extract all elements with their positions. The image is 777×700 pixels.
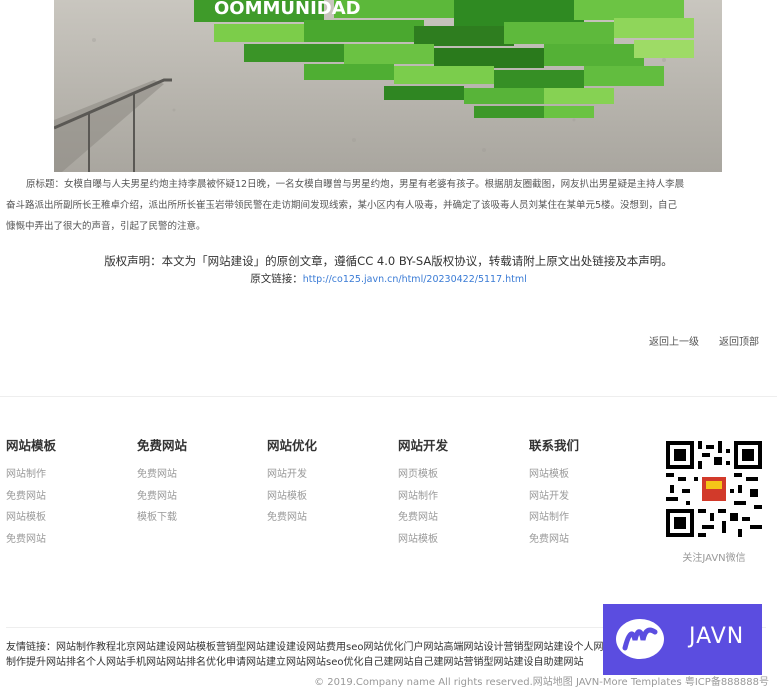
footer-link[interactable]: 免费网站 [6,529,116,551]
footer-column: 免费网站 免费网站 免费网站 模板下载 [137,435,247,529]
article-caption: 原标题：女模自曝与人夫男星约炮主持李晨被怀疑12日晚，一名女模自曝曾与男星约炮，… [6,174,766,237]
footer-link[interactable]: 网站制作 [6,464,116,486]
footer-bottom-line: © 2019.Company name All rights reserved.… [314,677,769,688]
caption-line-3: 慷慨中弄出了很大的声音，引起了民警的注意。 [6,221,206,232]
qr-caption: 关注JAVN微信 [682,553,746,564]
source-label: 原文链接： [250,273,303,285]
source-link-row: 原文链接：http://co125.javn.cn/html/20230422/… [0,271,777,286]
hero-sign-text: OOMMUNIDAD [214,0,361,19]
footer-link[interactable]: 免费网站 [137,486,247,508]
back-to-top-link[interactable]: 返回顶部 [719,333,759,348]
footer-column-title: 网站模板 [6,438,57,453]
footer-link[interactable]: 网站模板 [267,486,377,508]
footer-link[interactable]: 免费网站 [529,529,639,551]
footer-link[interactable]: 网站模板 [6,507,116,529]
friend-links: 友情链接：网站制作教程北京网站建设网站模板营销型网站建设建设网站费用seo网站优… [6,640,616,670]
back-up-link[interactable]: 返回上一级 [649,333,699,348]
source-link[interactable]: http://co125.javn.cn/html/20230422/5117.… [303,274,527,285]
footer-link[interactable]: 网页模板 [398,464,508,486]
friend-links-text[interactable]: 网站制作教程北京网站建设网站模板营销型网站建设建设网站费用seo网站优化门户网站… [6,642,613,668]
wechat-qr-code [666,441,762,537]
article-hero-image: OOMMUNIDAD [54,0,722,172]
footer-link[interactable]: 网站开发 [267,464,377,486]
footer-link[interactable]: 模板下载 [137,507,247,529]
badge-text: JAVN [689,624,745,649]
footer-column-title: 网站开发 [398,438,449,453]
footer-link[interactable]: 网站模板 [529,464,639,486]
footer-link[interactable]: 免费网站 [137,464,247,486]
footer-link[interactable]: 网站制作 [529,507,639,529]
footer-link[interactable]: 网站制作 [398,486,508,508]
caption-line-2: 奋斗路派出所副所长王稚卓介绍，派出所所长崔玉岩带领民警在走访期间发现线索，某小区… [6,200,678,211]
footer-link[interactable]: 免费网站 [398,507,508,529]
footer-column: 网站开发 网页模板 网站制作 免费网站 网站模板 [398,435,508,550]
footer-link[interactable]: 免费网站 [6,486,116,508]
footer-column-title: 网站优化 [267,438,318,453]
copyright-notice: 版权声明：本文为「网站建设」的原创文章，遵循CC 4.0 BY-SA版权协议，转… [104,254,673,268]
footer-column-title: 免费网站 [137,438,188,453]
footer-column: 网站优化 网站开发 网站模板 免费网站 [267,435,377,529]
footer-column: 网站模板 网站制作 免费网站 网站模板 免费网站 [6,435,116,550]
footer-column: 联系我们 网站模板 网站开发 网站制作 免费网站 [529,435,639,550]
footer-link[interactable]: 免费网站 [267,507,377,529]
footer-column-title: 联系我们 [529,438,580,453]
caption-line-1: 原标题：女模自曝与人夫男星约炮主持李晨被怀疑12日晚，一名女模自曝曾与男星约炮，… [26,179,685,190]
footer-link[interactable]: 网站模板 [398,529,508,551]
footer-link[interactable]: 网站开发 [529,486,639,508]
javn-floating-badge[interactable]: JAVN [603,604,762,675]
javn-logo-icon [615,618,665,660]
friend-links-label: 友情链接： [6,642,56,653]
